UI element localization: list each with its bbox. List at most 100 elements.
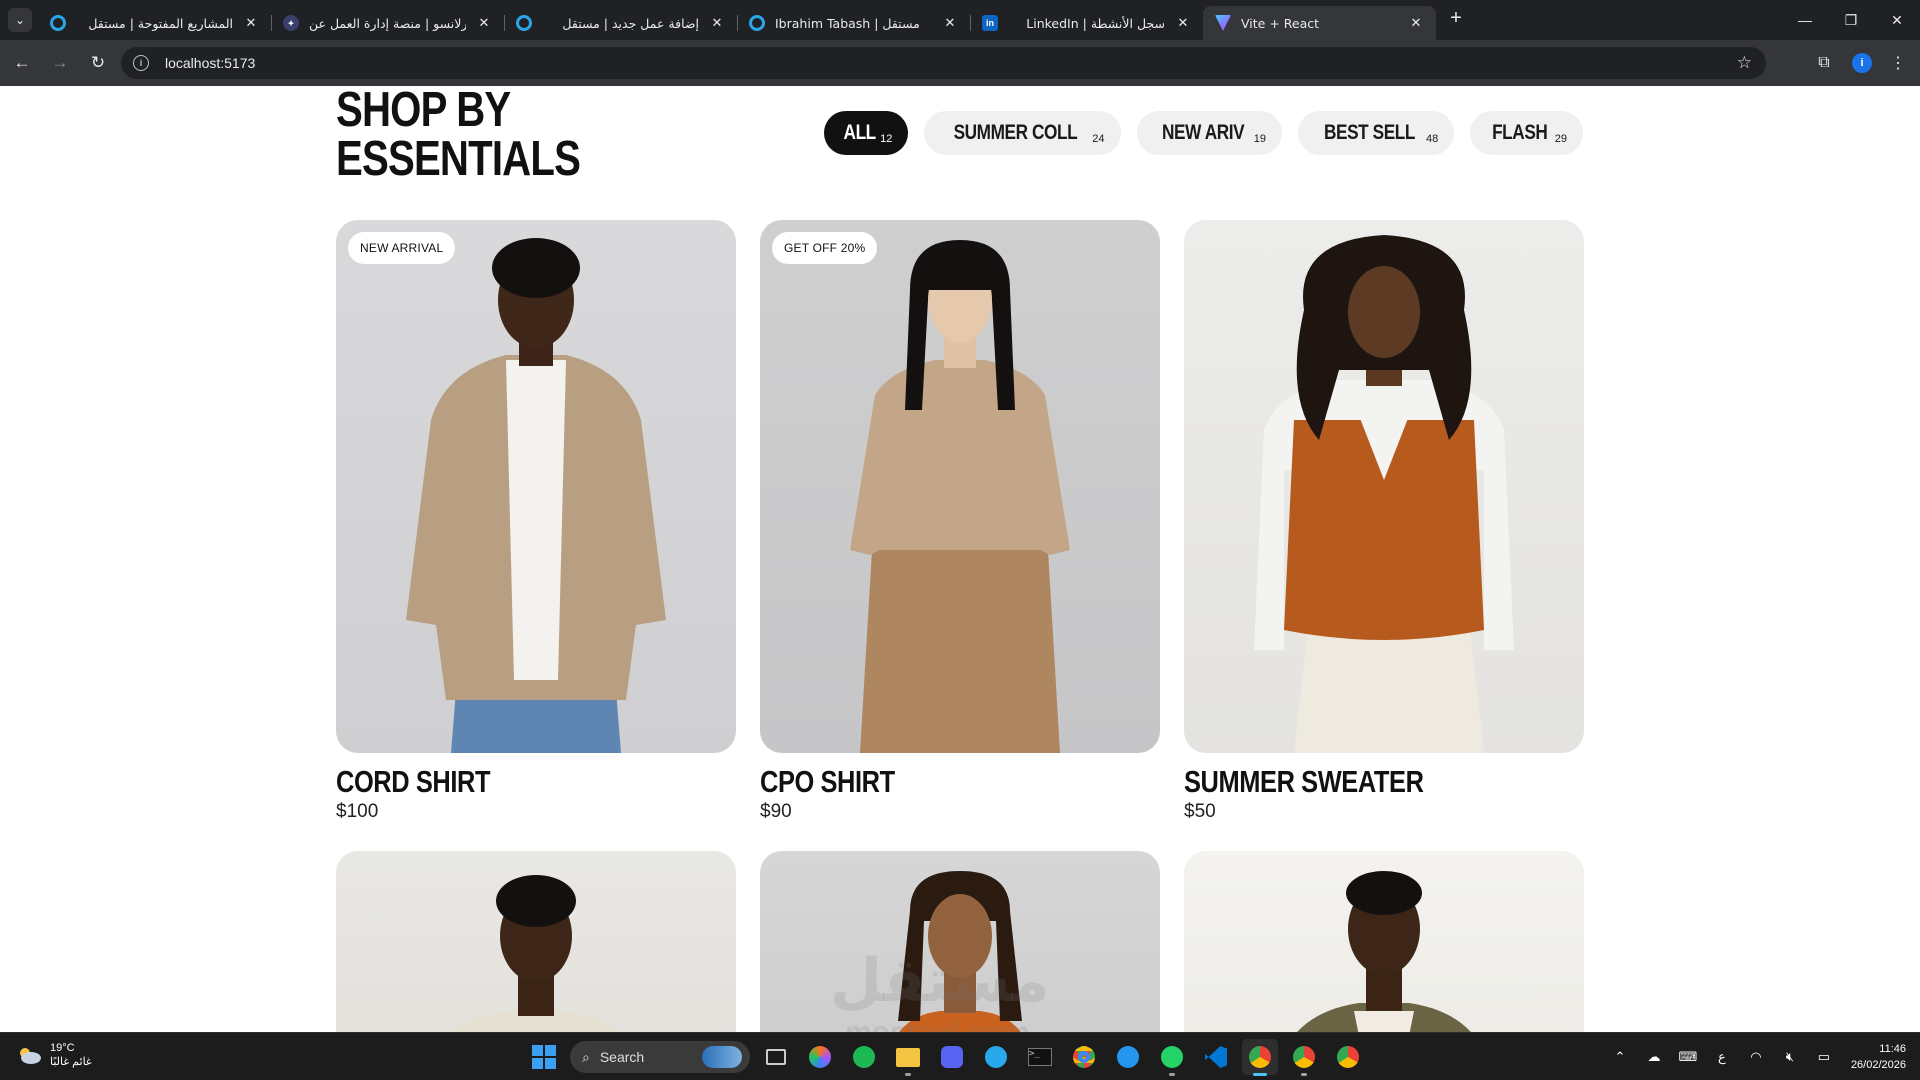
copilot-icon[interactable] (802, 1039, 838, 1075)
terminal-icon[interactable]: >_ (1022, 1039, 1058, 1075)
whatsapp-icon[interactable] (1154, 1039, 1190, 1076)
filter-flash[interactable]: FLASH 29 (1470, 111, 1583, 155)
language-indicator[interactable]: ع (1709, 1044, 1735, 1070)
back-icon[interactable]: ← (6, 47, 38, 79)
product-image[interactable] (336, 851, 736, 1032)
telegram-icon[interactable] (978, 1039, 1014, 1075)
close-icon[interactable]: ✕ (476, 15, 492, 31)
filter-count: 24 (1092, 133, 1105, 145)
mostaql-icon (516, 15, 532, 31)
product-card[interactable]: GET OFF 20% CPO SHIRT $90 (760, 220, 1160, 823)
cloud-sun-icon (16, 1045, 42, 1065)
product-image[interactable]: NEW ARRIVAL (336, 220, 736, 753)
volume-muted-icon[interactable]: 🔇︎ (1777, 1044, 1803, 1070)
tab-vite-react[interactable]: Vite + React ✕ (1203, 6, 1436, 40)
tab-strip: ⌄ المشاريع المفتوحة | مستقل ✕ ✦ فورلانسو… (0, 0, 1920, 40)
reload-icon[interactable]: ↻ (82, 47, 114, 79)
menu-icon[interactable]: ⋮ (1888, 53, 1908, 73)
product-image[interactable] (1184, 220, 1584, 753)
product-image[interactable] (760, 851, 1160, 1032)
site-info-icon[interactable]: i (133, 55, 149, 71)
tab-title: إضافة عمل جديد | مستقل (562, 15, 699, 31)
page-viewport: SHOP BY ESSENTIALS ALL 12 SUMMER COLL 24… (0, 86, 1920, 1032)
chrome-active-icon[interactable] (1242, 1039, 1278, 1076)
filter-count: 19 (1253, 133, 1266, 145)
profile-avatar-icon[interactable]: i (1852, 53, 1872, 73)
filter-summer-collection[interactable]: SUMMER COLL 24 (924, 111, 1121, 155)
address-bar[interactable]: i localhost:5173 ☆ (121, 47, 1766, 79)
product-card[interactable] (336, 851, 736, 1032)
product-card[interactable] (1184, 851, 1584, 1032)
discord-icon[interactable] (934, 1039, 970, 1075)
taskbar-apps: ⌕ Search >_ (526, 1039, 1366, 1076)
close-icon[interactable]: ✕ (1175, 15, 1191, 31)
filter-new-arrival[interactable]: NEW ARIV 19 (1136, 111, 1282, 155)
tab-linkedin[interactable]: in LinkedIn | سجل الأنشطة ✕ (970, 6, 1203, 40)
minimize-icon[interactable]: — (1782, 0, 1828, 40)
tab-title: LinkedIn | سجل الأنشطة (1026, 15, 1165, 31)
close-icon[interactable]: ✕ (942, 15, 958, 31)
filter-all[interactable]: ALL 12 (823, 111, 909, 155)
weather-widget[interactable]: 19°C غائم غالبًا (16, 1041, 92, 1069)
forward-icon[interactable]: → (44, 47, 76, 79)
tab-mostaql-profile[interactable]: Ibrahim Tabash | مستقل ✕ (737, 6, 970, 40)
close-icon[interactable]: ✕ (1408, 15, 1424, 31)
search-icon: ⌕ (582, 1048, 590, 1065)
filter-count: 48 (1426, 133, 1439, 145)
filter-label: BEST SELL (1323, 121, 1416, 144)
close-icon[interactable]: ✕ (243, 15, 259, 31)
product-card[interactable]: NEW ARRIVAL CORD SHIRT $100 (336, 220, 736, 823)
taskbar-search[interactable]: ⌕ Search (570, 1041, 750, 1073)
clock[interactable]: 11:46 26/02/2026 (1851, 1041, 1906, 1073)
keyboard-icon[interactable]: ⌨ (1675, 1044, 1701, 1070)
windows-start-icon[interactable] (526, 1039, 562, 1075)
product-image[interactable]: GET OFF 20% (760, 220, 1160, 753)
model-illustration (452, 875, 620, 1032)
chrome-canary-icon[interactable] (1330, 1039, 1366, 1075)
tab-mostaql-open-projects[interactable]: المشاريع المفتوحة | مستقل ✕ (38, 6, 271, 40)
tab-mostaql-add-work[interactable]: إضافة عمل جديد | مستقل ✕ (504, 6, 737, 40)
forlanso-icon: ✦ (283, 15, 299, 31)
filter-label: SUMMER COLL (953, 121, 1078, 144)
model-illustration (850, 240, 1070, 753)
filter-label: NEW ARIV (1161, 121, 1245, 144)
tab-forlanso[interactable]: ✦ فورلانسو | منصة إدارة العمل عن ✕ (271, 6, 504, 40)
close-window-icon[interactable]: ✕ (1874, 0, 1920, 40)
chrome-profile-icon[interactable] (1286, 1039, 1322, 1076)
product-name[interactable]: SUMMER SWEATER (1184, 765, 1512, 799)
search-label: Search (599, 1049, 645, 1065)
bookmark-star-icon[interactable]: ☆ (1737, 53, 1752, 73)
vscode-icon[interactable] (1198, 1039, 1234, 1075)
chevron-up-icon[interactable]: ⌃ (1607, 1044, 1633, 1070)
close-icon[interactable]: ✕ (709, 15, 725, 31)
product-name[interactable]: CPO SHIRT (760, 765, 1088, 799)
product-image[interactable] (1184, 851, 1584, 1032)
taskbar: 19°C غائم غالبًا ⌕ Search >_ ⌃ ☁ ⌨ ع ◠ 🔇… (0, 1032, 1920, 1080)
product-price: $90 (760, 801, 792, 822)
url-text[interactable]: localhost:5173 (165, 55, 255, 71)
weather-description: غائم غالبًا (50, 1056, 92, 1068)
spotify-icon[interactable] (846, 1039, 882, 1075)
product-grid: NEW ARRIVAL CORD SHIRT $100 GET OFF 20% … (336, 220, 1584, 1032)
filter-count: 12 (880, 133, 893, 145)
tab-search-button[interactable]: ⌄ (8, 8, 32, 32)
restore-icon[interactable]: ❐ (1828, 0, 1874, 40)
model-illustration (898, 871, 1022, 1032)
product-badge: GET OFF 20% (772, 232, 878, 264)
filter-count: 29 (1554, 133, 1567, 145)
battery-icon[interactable]: ▭ (1811, 1044, 1837, 1070)
filter-best-seller[interactable]: BEST SELL 48 (1297, 111, 1455, 155)
window-controls: — ❐ ✕ (1782, 0, 1920, 40)
new-tab-button[interactable]: + (1442, 5, 1470, 33)
wifi-icon[interactable]: ◠ (1743, 1044, 1769, 1070)
product-card[interactable] (760, 851, 1160, 1032)
file-explorer-icon[interactable] (890, 1039, 926, 1076)
task-view-icon[interactable] (758, 1039, 794, 1075)
docker-icon[interactable] (1110, 1039, 1146, 1075)
product-card[interactable]: SUMMER SWEATER $50 (1184, 220, 1584, 823)
extensions-icon[interactable]: ⧉ (1808, 47, 1840, 79)
chrome-icon[interactable] (1066, 1039, 1102, 1075)
weather-temperature: 19°C (50, 1042, 75, 1054)
onedrive-icon[interactable]: ☁ (1641, 1044, 1667, 1070)
product-name[interactable]: CORD SHIRT (336, 765, 664, 799)
